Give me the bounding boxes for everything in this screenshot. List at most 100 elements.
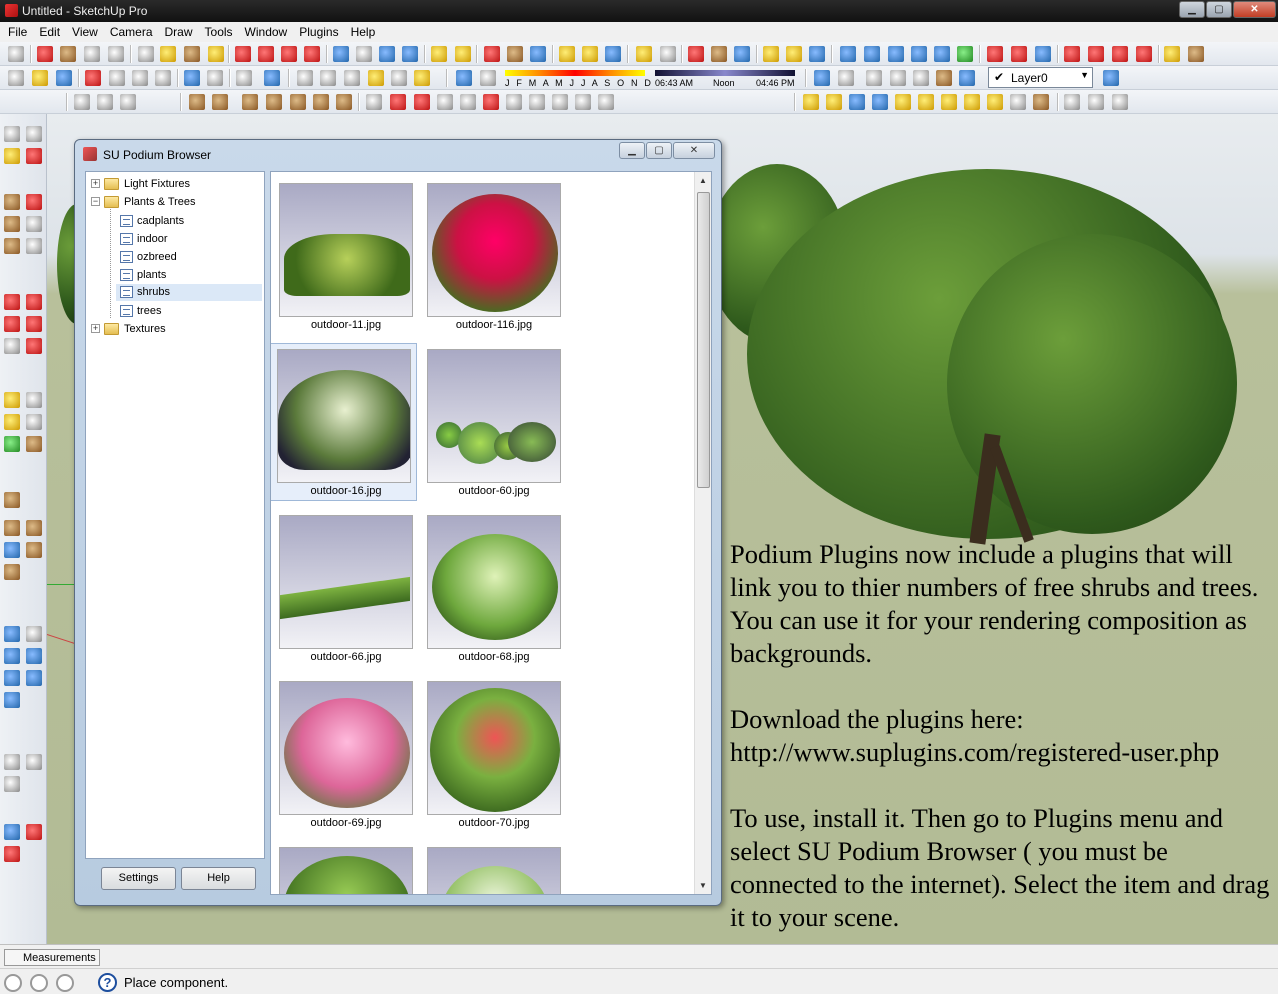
rectangle-tool-icon[interactable] bbox=[60, 46, 76, 62]
section-cut-icon[interactable] bbox=[605, 46, 621, 62]
make-component-icon[interactable] bbox=[26, 126, 42, 142]
time-slider-track[interactable] bbox=[655, 70, 795, 76]
podium-r-icon[interactable] bbox=[849, 94, 865, 110]
geo-location-icon[interactable] bbox=[4, 974, 22, 992]
menu-tools[interactable]: Tools bbox=[199, 22, 239, 42]
save-file-icon[interactable] bbox=[56, 70, 72, 86]
podium-sky-icon[interactable] bbox=[1010, 94, 1026, 110]
undo-icon[interactable] bbox=[184, 70, 200, 86]
thumbnail-item[interactable] bbox=[273, 842, 413, 894]
thumbnail-item[interactable]: outdoor-68.jpg bbox=[421, 510, 561, 667]
zoom-extents-icon[interactable] bbox=[402, 46, 418, 62]
tree-node-textures[interactable]: + Textures bbox=[91, 321, 261, 338]
view-top-icon[interactable] bbox=[864, 46, 880, 62]
sun-icon[interactable] bbox=[1164, 46, 1180, 62]
shadow-settings-icon[interactable] bbox=[456, 70, 472, 86]
zoom-extents-side-icon[interactable] bbox=[4, 670, 20, 686]
style-icon-11[interactable] bbox=[598, 94, 614, 110]
orbit-side-icon[interactable] bbox=[4, 626, 20, 642]
pan-tool-icon[interactable] bbox=[356, 46, 372, 62]
sandbox-icon-1[interactable] bbox=[431, 46, 447, 62]
pan-side-icon[interactable] bbox=[26, 626, 42, 642]
dimension-icon[interactable] bbox=[26, 392, 42, 408]
look-around-icon[interactable] bbox=[507, 46, 523, 62]
tree-node-cadplants[interactable]: cadplants bbox=[120, 213, 260, 230]
menu-window[interactable]: Window bbox=[239, 22, 294, 42]
expand-icon[interactable]: + bbox=[91, 179, 100, 188]
minimize-button[interactable]: ▁ bbox=[1179, 1, 1205, 18]
pushpull-side-icon[interactable] bbox=[26, 294, 42, 310]
open-file-icon[interactable] bbox=[32, 70, 48, 86]
podium-plugin-icon-7[interactable] bbox=[1136, 46, 1152, 62]
protractor-icon[interactable] bbox=[4, 414, 20, 430]
smoove-icon[interactable] bbox=[120, 94, 136, 110]
dialog-maximize-button[interactable]: ▢ bbox=[646, 142, 672, 159]
menu-help[interactable]: Help bbox=[345, 22, 382, 42]
tree-node-light-fixtures[interactable]: + Light Fixtures bbox=[91, 176, 261, 193]
podium-plugin-icon-2[interactable] bbox=[1011, 46, 1027, 62]
layer-dropdown[interactable]: ✔ Layer0 ▼ bbox=[988, 67, 1093, 88]
tree-node-plants[interactable]: plants bbox=[120, 267, 260, 284]
view-iso-icon[interactable] bbox=[840, 46, 856, 62]
pencil-icon[interactable] bbox=[26, 194, 42, 210]
sandbox-from-contours-icon[interactable] bbox=[74, 94, 90, 110]
podium-tag-icon[interactable] bbox=[895, 94, 911, 110]
move-3d-icon[interactable] bbox=[4, 824, 20, 840]
menu-file[interactable]: File bbox=[2, 22, 33, 42]
dialog-close-button[interactable]: ✕ bbox=[673, 142, 715, 159]
rotate-side-icon[interactable] bbox=[4, 316, 20, 332]
plant-image[interactable] bbox=[279, 515, 413, 649]
print-icon[interactable] bbox=[236, 70, 252, 86]
component-side-icon-2[interactable] bbox=[4, 846, 20, 862]
podium-plugin-icon-1[interactable] bbox=[987, 46, 1003, 62]
model-info-icon[interactable] bbox=[264, 70, 280, 86]
podium-light-icon[interactable] bbox=[918, 94, 934, 110]
text-icon[interactable] bbox=[26, 414, 42, 430]
display-shadows-icon[interactable] bbox=[480, 70, 496, 86]
tree-node-indoor[interactable]: indoor bbox=[120, 231, 260, 248]
sandbox-from-scratch-icon[interactable] bbox=[97, 94, 113, 110]
tree-node-shrubs[interactable]: shrubs bbox=[116, 284, 262, 301]
thumbnail-item-selected[interactable]: outdoor-16.jpg bbox=[271, 343, 417, 501]
month-slider-track[interactable] bbox=[505, 70, 645, 76]
circle-side-icon[interactable] bbox=[4, 216, 20, 232]
podium-plugin-icon-3[interactable] bbox=[1035, 46, 1051, 62]
shaded-icon[interactable] bbox=[890, 70, 906, 86]
look-around-side-icon[interactable] bbox=[4, 776, 20, 792]
select-tool-icon[interactable] bbox=[8, 46, 24, 62]
position-camera-side-icon[interactable] bbox=[4, 754, 20, 770]
monochrome-icon[interactable] bbox=[936, 70, 952, 86]
move-side-icon[interactable] bbox=[4, 294, 20, 310]
stamp-icon[interactable] bbox=[189, 94, 205, 110]
3d-text-icon[interactable] bbox=[26, 436, 42, 452]
tape-measure-icon[interactable] bbox=[160, 46, 176, 62]
copy-icon[interactable] bbox=[109, 70, 125, 86]
wireframe-icon[interactable] bbox=[838, 70, 854, 86]
hidden-line-icon[interactable] bbox=[866, 70, 882, 86]
terrain-tool-icon-1[interactable] bbox=[290, 94, 306, 110]
maximize-button[interactable]: ▢ bbox=[1206, 1, 1232, 18]
thumbnail-item[interactable]: outdoor-11.jpg bbox=[273, 178, 413, 335]
solid-side-icon-1[interactable] bbox=[4, 520, 20, 536]
chevron-down-icon[interactable]: ▼ bbox=[1080, 70, 1089, 80]
style-icon-7[interactable] bbox=[506, 94, 522, 110]
plant-image[interactable] bbox=[427, 349, 561, 483]
view-left-icon[interactable] bbox=[957, 46, 973, 62]
shaded-textures-icon[interactable] bbox=[913, 70, 929, 86]
new-file-icon[interactable] bbox=[8, 70, 24, 86]
view-back-icon[interactable] bbox=[934, 46, 950, 62]
podium-material-icon[interactable] bbox=[826, 94, 842, 110]
offset-tool-icon[interactable] bbox=[304, 46, 320, 62]
layers-icon[interactable] bbox=[959, 70, 975, 86]
home-view-icon[interactable] bbox=[344, 70, 360, 86]
right-view-icon[interactable] bbox=[368, 70, 384, 86]
freehand-icon[interactable] bbox=[26, 238, 42, 254]
position-camera-icon[interactable] bbox=[530, 46, 546, 62]
scale-icon[interactable] bbox=[4, 338, 20, 354]
settings-button[interactable]: Settings bbox=[101, 867, 176, 890]
misc-tool-icon-3[interactable] bbox=[1112, 94, 1128, 110]
scrollbar-thumb[interactable] bbox=[697, 192, 710, 488]
move-tool-icon[interactable] bbox=[235, 46, 251, 62]
axes-icon[interactable] bbox=[4, 436, 20, 452]
podium-spot-icon[interactable] bbox=[964, 94, 980, 110]
